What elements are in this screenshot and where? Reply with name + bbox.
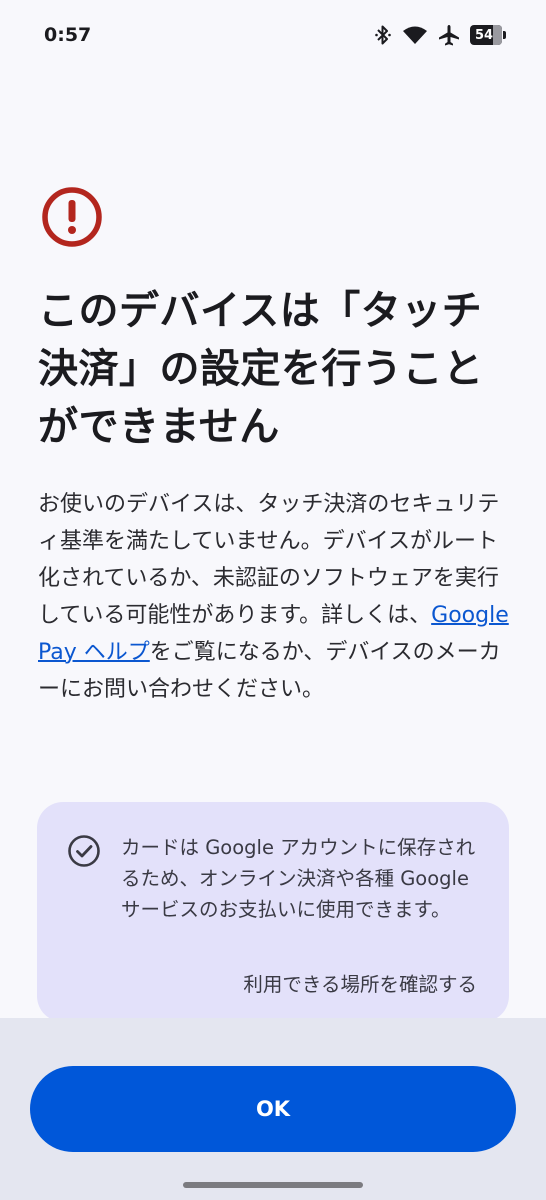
title-line-3: ができません	[38, 404, 280, 450]
bluetooth-icon	[375, 25, 391, 45]
error-circle-icon	[42, 187, 102, 247]
battery-level: 54	[475, 27, 494, 43]
description: お使いのデバイスは、タッチ決済のセキュリティ基準を満たしていません。デバイスがル…	[38, 486, 516, 708]
ok-button[interactable]: OK	[30, 1066, 516, 1152]
gesture-nav-handle[interactable]	[183, 1182, 363, 1188]
battery-icon: 54	[470, 25, 506, 45]
info-card: カードは Google アカウントに保存されるため、オンライン決済や各種 Goo…	[37, 802, 509, 1022]
status-icons: 54	[374, 24, 506, 46]
wifi-icon	[403, 26, 427, 44]
check-circle-icon	[68, 835, 100, 867]
info-card-text: カードは Google アカウントに保存されるため、オンライン決済や各種 Goo…	[121, 836, 476, 921]
status-time: 0:57	[44, 24, 92, 46]
page-title: このデバイスは「タッチ 決済」の設定を行うこと ができません	[38, 282, 518, 456]
check-availability-link[interactable]: 利用できる場所を確認する	[243, 968, 477, 997]
screen: 0:57 54 このデバイスは「タッチ 決済」の設定を行うこと ができません お…	[0, 0, 546, 1200]
airplane-icon	[439, 25, 459, 46]
status-bar: 0:57 54	[0, 0, 546, 72]
battery-empty-segment	[493, 25, 502, 45]
title-line-2: 決済」の設定を行うこと	[38, 346, 484, 392]
title-line-1: このデバイスは「タッチ	[38, 288, 483, 334]
